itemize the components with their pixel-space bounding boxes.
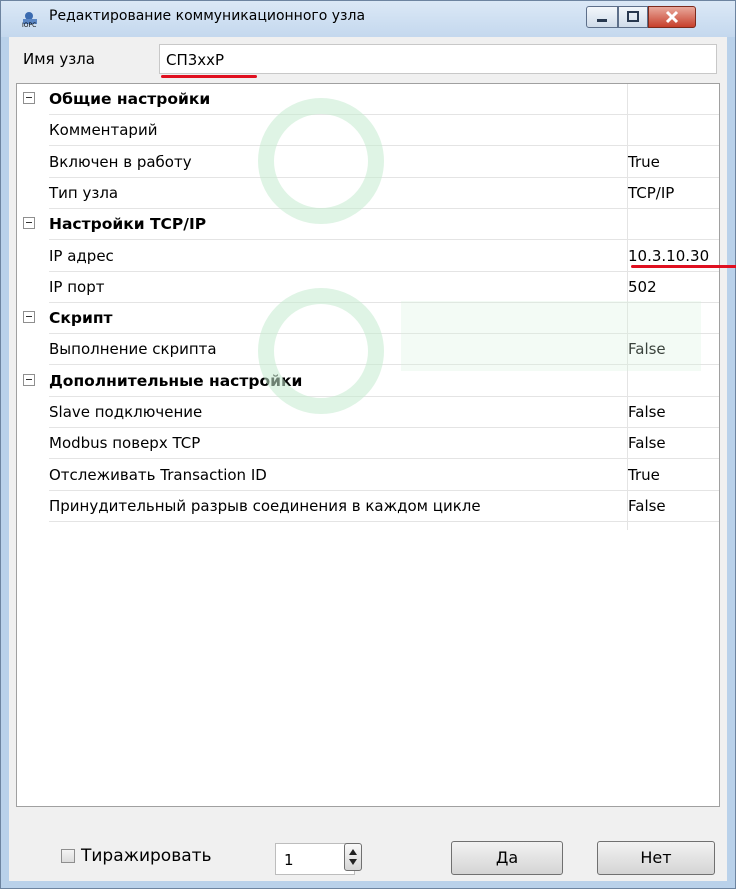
node-name-value: СП3ххР — [166, 51, 225, 69]
property-value[interactable]: 502 — [628, 278, 657, 296]
node-name-highlight-underline — [161, 75, 257, 78]
property-row[interactable]: Выполнение скрипта False — [17, 334, 719, 366]
property-label: IP порт — [49, 277, 105, 296]
row-divider — [49, 520, 719, 522]
title-bar[interactable]: IOPC Редактирование коммуникационного уз… — [1, 1, 735, 37]
collapse-toggle-icon[interactable] — [23, 217, 35, 230]
property-grid[interactable]: Общие настройки Комментарий Включен в рабо… — [16, 83, 736, 807]
property-value[interactable]: True — [628, 153, 660, 171]
dialog-window: IOPC Редактирование коммуникационного уз… — [0, 0, 736, 889]
property-label: Slave подключение — [49, 403, 203, 421]
property-row[interactable]: Slave подключение False — [17, 397, 719, 428]
property-row[interactable]: Принудительный разрыв соединения в каждо… — [17, 491, 719, 522]
property-value[interactable]: False — [628, 497, 666, 515]
ok-button[interactable]: Да — [451, 841, 563, 875]
property-value[interactable]: False — [628, 340, 666, 358]
property-category[interactable]: Настройки TCP/IP — [17, 209, 719, 241]
app-logo-icon: IOPC — [21, 11, 43, 29]
property-label: Дополнительные настройки — [49, 371, 303, 390]
property-label: Выполнение скрипта — [49, 340, 217, 359]
footer-panel: Тиражировать 1 Да Нет — [9, 813, 727, 881]
collapse-toggle-icon[interactable] — [23, 92, 35, 104]
minimize-button[interactable] — [586, 6, 618, 28]
property-row[interactable]: Включен в работу True — [17, 147, 719, 178]
property-row[interactable]: IP адрес 10.3.10.30 — [17, 241, 719, 272]
collapse-toggle-icon[interactable] — [23, 311, 35, 324]
count-value: 1 — [284, 851, 294, 869]
property-label: Общие настройки — [49, 90, 211, 108]
close-button[interactable] — [648, 6, 696, 28]
property-row[interactable]: Отслеживать Transaction ID True — [17, 460, 719, 491]
node-name-label: Имя узла — [23, 50, 95, 68]
maximize-button[interactable] — [618, 6, 648, 28]
property-value[interactable]: True — [628, 466, 660, 484]
property-value[interactable]: False — [628, 434, 666, 452]
count-spinner-buttons[interactable] — [344, 843, 362, 871]
property-category[interactable]: Скрипт — [17, 303, 719, 335]
property-label: Modbus поверх TCP — [49, 434, 201, 453]
dialog-client-area: Имя узла СП3ххР Общие настройки Комментар… — [9, 37, 736, 881]
property-label: Отслеживать Transaction ID — [49, 465, 267, 484]
node-name-row: Имя узла СП3ххР — [9, 37, 727, 81]
property-value[interactable]: 10.3.10.30 — [628, 247, 709, 265]
property-value[interactable]: False — [628, 403, 666, 421]
property-category[interactable]: Общие настройки — [17, 84, 719, 115]
collapse-toggle-icon[interactable] — [23, 373, 35, 386]
property-label: Скрипт — [49, 309, 113, 328]
property-row[interactable]: Тип узла TCP/IP — [17, 178, 719, 209]
replicate-checkbox[interactable] — [61, 849, 75, 863]
property-label: Принудительный разрыв соединения в каждо… — [49, 496, 481, 515]
property-row[interactable]: Modbus поверх TCP False — [17, 428, 719, 460]
ip-address-highlight-underline — [631, 265, 736, 268]
node-name-input[interactable]: СП3ххР — [159, 44, 717, 74]
cancel-button[interactable]: Нет — [597, 841, 715, 875]
property-value[interactable]: TCP/IP — [628, 184, 674, 202]
window-title: Редактирование коммуникационного узла — [49, 8, 366, 24]
property-row[interactable]: Комментарий — [17, 115, 719, 147]
property-label: IP адрес — [49, 246, 114, 265]
property-label: Комментарий — [49, 121, 158, 140]
replicate-label[interactable]: Тиражировать — [81, 846, 212, 866]
count-spinner-field[interactable]: 1 — [275, 843, 355, 875]
property-row[interactable]: IP порт 502 — [17, 272, 719, 303]
property-category[interactable]: Дополнительные настройки — [17, 366, 719, 397]
property-label: Включен в работу — [49, 152, 192, 171]
property-label: Настройки TCP/IP — [49, 215, 207, 234]
property-label: Тип узла — [49, 183, 119, 202]
svg-text:IOPC: IOPC — [22, 22, 36, 28]
